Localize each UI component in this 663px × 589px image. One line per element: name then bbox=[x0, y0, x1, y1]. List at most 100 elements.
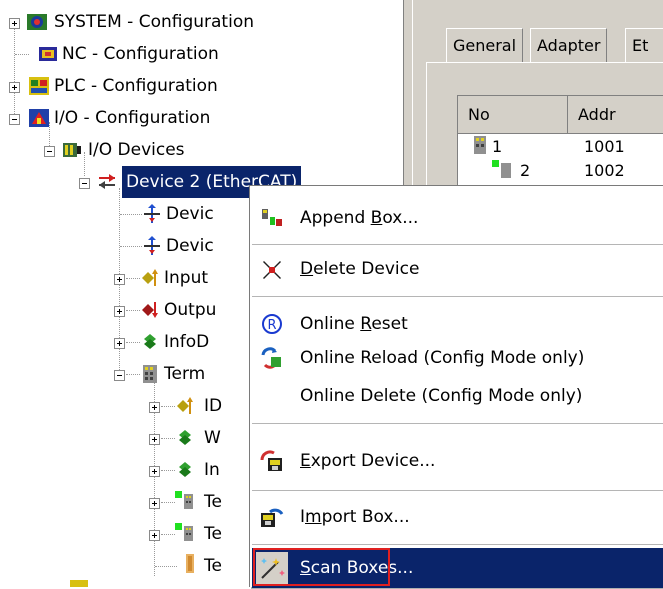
tree-connector bbox=[126, 310, 140, 311]
tree-item-info[interactable]: In bbox=[0, 454, 252, 486]
tree-connector bbox=[126, 342, 140, 343]
tree-item-label: Devic bbox=[166, 204, 214, 224]
outputs-icon bbox=[142, 302, 158, 318]
expand-icon[interactable] bbox=[149, 530, 160, 541]
tree-item-wc[interactable]: W bbox=[0, 422, 252, 454]
expand-icon[interactable] bbox=[149, 466, 160, 477]
tree-item-infodata[interactable]: InfoD bbox=[0, 326, 260, 358]
menu-item-export-device[interactable]: Export Device... bbox=[252, 441, 663, 481]
infodata-icon bbox=[179, 462, 191, 477]
menu-separator bbox=[252, 544, 663, 545]
terminal-green-icon bbox=[175, 491, 193, 509]
expand-icon[interactable] bbox=[149, 434, 160, 445]
tree-connector bbox=[161, 438, 175, 439]
tree-connector bbox=[161, 534, 175, 535]
expand-icon[interactable] bbox=[114, 274, 125, 285]
collapse-icon[interactable] bbox=[114, 370, 125, 381]
online-reload-icon bbox=[261, 347, 281, 369]
tree-item-label: I/O - Configuration bbox=[54, 108, 211, 128]
menu-item-delete-device[interactable]: Delete Device bbox=[252, 249, 663, 289]
tree-item-label: PLC - Configuration bbox=[54, 76, 218, 96]
tree-connector bbox=[120, 214, 142, 215]
tree-item-device-image-info[interactable]: Devic bbox=[0, 230, 260, 262]
menu-item-import-box[interactable]: Import Box... bbox=[252, 497, 663, 537]
menu-item-append-box[interactable]: Append Box... bbox=[252, 198, 663, 238]
cell-no: 2 bbox=[520, 161, 531, 180]
highlight-box bbox=[253, 548, 390, 586]
tab-general[interactable]: General bbox=[446, 28, 524, 62]
column-header-addr[interactable]: Addr bbox=[568, 96, 663, 134]
expand-icon[interactable] bbox=[149, 402, 160, 413]
menu-separator bbox=[252, 296, 663, 297]
svg-text:R: R bbox=[268, 318, 277, 333]
menu-item-online-delete[interactable]: Online Delete (Config Mode only) bbox=[252, 376, 663, 416]
tree-connector bbox=[126, 278, 140, 279]
infodata-icon bbox=[144, 334, 156, 349]
tab-label: Et bbox=[632, 36, 649, 55]
expand-icon[interactable] bbox=[9, 18, 20, 29]
table-row[interactable]: 2 1002 bbox=[458, 158, 663, 182]
tree-item-id[interactable]: ID bbox=[0, 390, 252, 422]
tree-item-label: Te bbox=[204, 524, 222, 544]
tree-connector bbox=[161, 470, 175, 471]
tree-item-outputs[interactable]: Outpu bbox=[0, 294, 260, 326]
tree-item-inputs[interactable]: Input bbox=[0, 262, 260, 294]
tree-item-system[interactable]: SYSTEM - Configuration bbox=[0, 6, 400, 38]
expand-icon[interactable] bbox=[9, 82, 20, 93]
partial-icon bbox=[70, 580, 88, 587]
tree-item-terminal[interactable]: Term bbox=[0, 358, 260, 390]
tree-item-io-devices[interactable]: I/O Devices bbox=[0, 134, 400, 166]
tree-item-label: Term bbox=[164, 364, 206, 384]
terminal-green-icon bbox=[175, 523, 193, 541]
tab-label: Adapter bbox=[537, 36, 601, 55]
terminal-icon bbox=[474, 136, 486, 154]
cell-addr: 1002 bbox=[584, 161, 625, 180]
menu-item-label: Import Box... bbox=[300, 507, 410, 527]
tree-item-label: In bbox=[204, 460, 220, 480]
collapse-icon[interactable] bbox=[79, 178, 90, 189]
expand-icon[interactable] bbox=[149, 498, 160, 509]
online-reset-icon: R bbox=[262, 314, 282, 334]
cell-no: 1 bbox=[492, 137, 503, 156]
tree-item-terminal-child[interactable]: Te bbox=[0, 486, 252, 518]
tree-item-terminal-child[interactable]: Te bbox=[0, 518, 252, 550]
tree-connector bbox=[161, 406, 175, 407]
menu-item-online-reload[interactable]: Online Reload (Config Mode only) bbox=[252, 338, 663, 378]
infodata-icon bbox=[179, 430, 191, 445]
tree-connector bbox=[126, 374, 140, 375]
device-image-icon bbox=[144, 204, 160, 223]
tab-ethercat[interactable]: Et bbox=[625, 28, 663, 62]
tree-item-terminal-end[interactable]: Te bbox=[0, 550, 252, 582]
tree-item-label: Outpu bbox=[164, 300, 217, 320]
expand-icon[interactable] bbox=[114, 338, 125, 349]
system-config-icon bbox=[27, 14, 47, 30]
tree-item-io[interactable]: I/O - Configuration bbox=[0, 102, 400, 134]
menu-separator bbox=[252, 423, 663, 424]
column-header-no[interactable]: No bbox=[458, 96, 568, 134]
tree-item-plc[interactable]: PLC - Configuration bbox=[0, 70, 400, 102]
append-box-icon bbox=[262, 209, 282, 226]
tab-adapter[interactable]: Adapter bbox=[530, 28, 608, 62]
tree-item-label: Devic bbox=[166, 236, 214, 256]
cell-addr: 1001 bbox=[584, 137, 625, 156]
tree-item-label: Te bbox=[204, 556, 222, 576]
tree-item-device-image[interactable]: Devic bbox=[0, 198, 260, 230]
io-config-icon bbox=[29, 109, 49, 127]
expand-icon[interactable] bbox=[114, 306, 125, 317]
tree-item-label: Input bbox=[164, 268, 209, 288]
terminal-icon bbox=[143, 365, 157, 383]
table-row[interactable]: 1 1001 bbox=[458, 134, 663, 158]
collapse-icon[interactable] bbox=[44, 146, 55, 157]
collapse-icon[interactable] bbox=[9, 114, 20, 125]
menu-item-label: Online Reload (Config Mode only) bbox=[300, 348, 585, 368]
tree-connector bbox=[120, 246, 142, 247]
tree-item-label: NC - Configuration bbox=[62, 44, 219, 64]
menu-item-label: Append Box... bbox=[300, 208, 419, 228]
delete-device-icon bbox=[263, 261, 281, 279]
menu-separator bbox=[252, 490, 663, 491]
tree-item-label: I/O Devices bbox=[88, 140, 185, 160]
tree-item-nc[interactable]: NC - Configuration bbox=[0, 38, 400, 70]
column-label: Addr bbox=[578, 105, 616, 124]
tree-connector bbox=[161, 502, 175, 503]
tree-item-label: Te bbox=[204, 492, 222, 512]
